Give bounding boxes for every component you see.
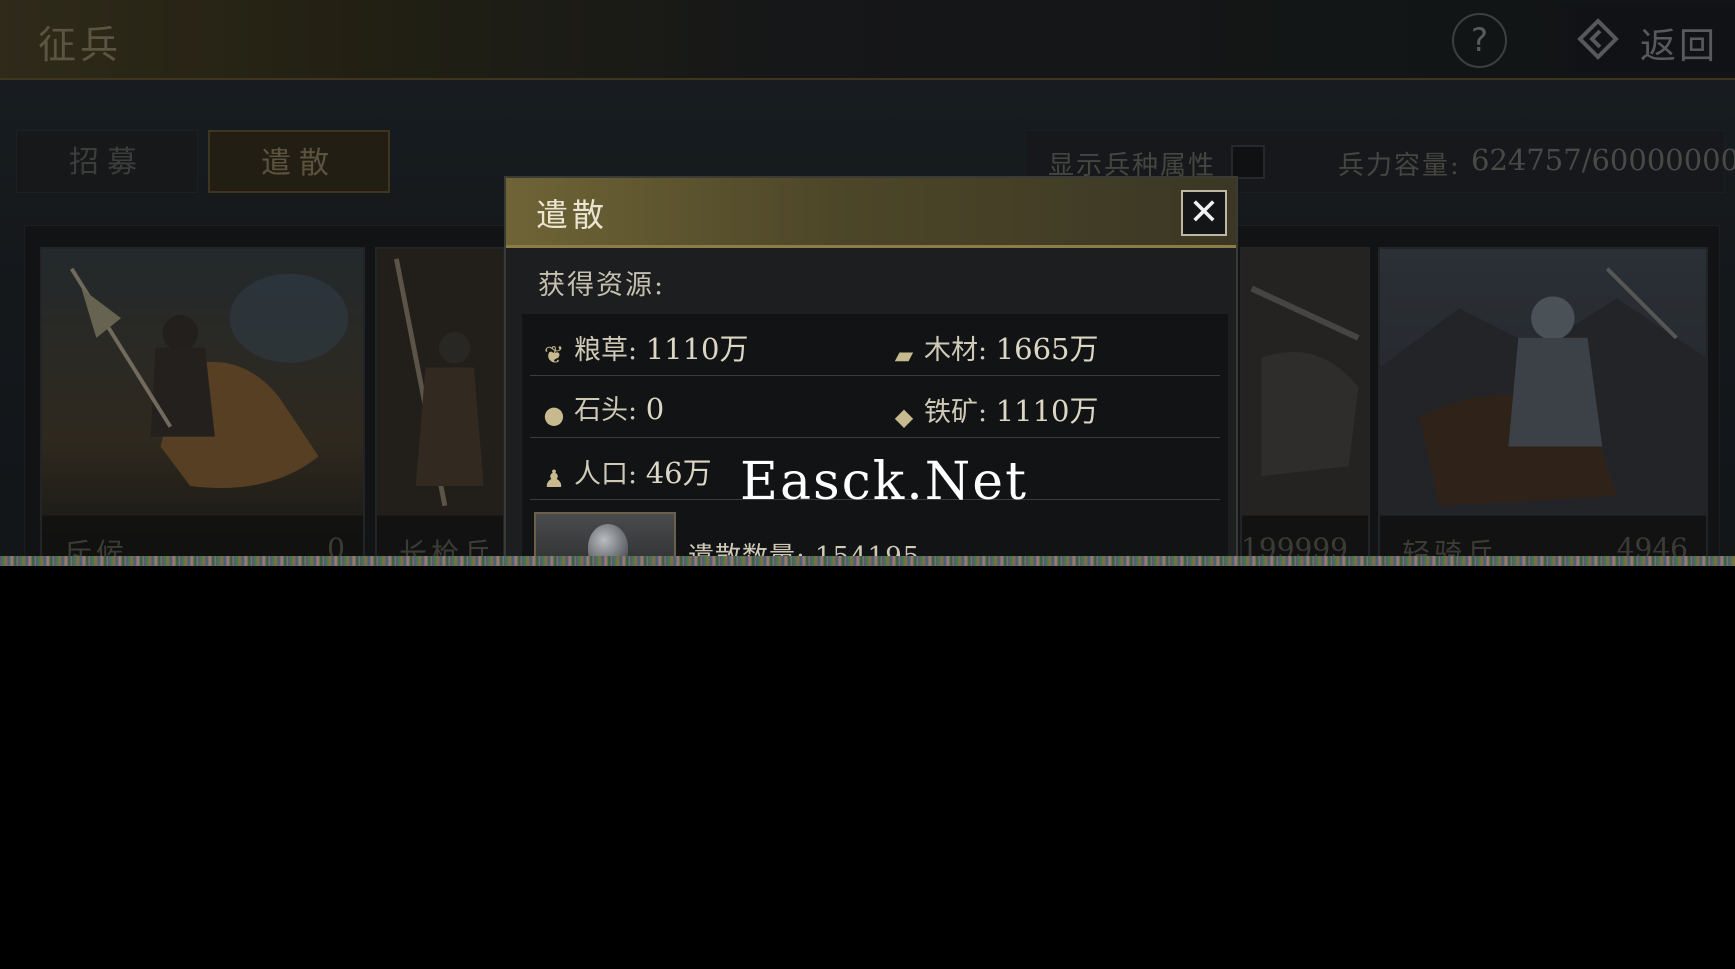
- resource-value: 1110万: [995, 394, 1099, 428]
- resource-label: 粮草:: [574, 335, 638, 366]
- dismiss-count: 遣散数量: 154195: [688, 536, 920, 557]
- resource-grain: ❦ 粮草: 1110万: [540, 326, 749, 369]
- dialog-header: 遣散 ✕: [506, 178, 1236, 248]
- resource-value: 1665万: [995, 332, 1099, 366]
- population-icon: ♟: [543, 465, 565, 493]
- resource-label: 石头:: [574, 395, 638, 426]
- resource-label: 人口:: [574, 459, 638, 490]
- unit-thumbnail: [534, 512, 676, 557]
- game-viewport: 征兵 ? 返回 招募 遣散 显示兵种属性 兵力容量: 624757/600000…: [0, 0, 1735, 557]
- resource-value: 1110万: [645, 332, 749, 366]
- resource-row: ❦ 粮草: 1110万 ▰ 木材: 1665万: [530, 314, 1220, 376]
- dismiss-count-value: 154195: [815, 542, 921, 557]
- resource-row: ● 石头: 0 ◆ 铁矿: 1110万: [530, 376, 1220, 438]
- resource-value: 0: [645, 392, 665, 426]
- grain-icon: ❦: [543, 341, 565, 369]
- dismiss-count-label: 遣散数量:: [688, 542, 806, 557]
- resource-wood: ▰ 木材: 1665万: [890, 326, 1099, 369]
- resource-label: 铁矿:: [924, 397, 988, 428]
- resources-heading: 获得资源:: [538, 270, 666, 301]
- iron-icon: ◆: [894, 403, 914, 431]
- resource-value: 46万: [645, 456, 712, 490]
- dialog-title: 遣散: [536, 196, 609, 234]
- resource-label: 木材:: [924, 335, 988, 366]
- render-glitch-strip: [0, 556, 1735, 566]
- wood-icon: ▰: [894, 341, 914, 369]
- watermark: Easck.Net: [740, 452, 1028, 512]
- close-icon[interactable]: ✕: [1181, 190, 1227, 236]
- helmet-icon: [588, 524, 628, 557]
- resource-iron: ◆ 铁矿: 1110万: [890, 388, 1099, 431]
- resource-stone: ● 石头: 0: [540, 388, 665, 429]
- stone-icon: ●: [543, 401, 565, 429]
- resource-population: ♟ 人口: 46万: [540, 450, 712, 493]
